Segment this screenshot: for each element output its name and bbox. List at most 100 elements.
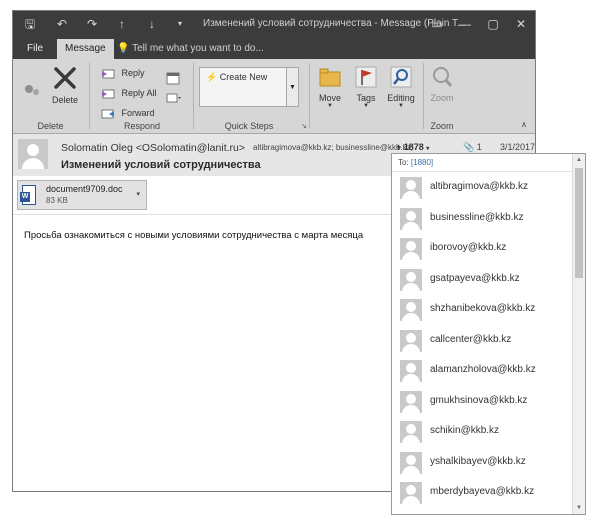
delete-label: Delete	[51, 95, 78, 105]
recipient-avatar	[400, 390, 422, 413]
recipient-email: alamanzholova@kkb.kz	[430, 364, 536, 375]
up-arrow-icon[interactable]: ↑	[111, 11, 133, 37]
tags-label: Tags	[356, 93, 376, 103]
meeting-icon	[166, 72, 180, 85]
scrollbar-thumb[interactable]	[575, 168, 583, 278]
more-respond-button[interactable]	[166, 89, 186, 105]
lightning-icon: ⚡	[206, 72, 218, 82]
forward-button[interactable]: Forward	[101, 105, 155, 121]
recipient-avatar	[400, 329, 422, 352]
recipient-item[interactable]: callcenter@kkb.kz	[392, 327, 572, 358]
quick-steps-dropdown-button[interactable]: ▼	[287, 67, 299, 107]
recipient-email: shzhanibekova@kkb.kz	[430, 303, 536, 314]
recipient-item[interactable]: shzhanibekova@kkb.kz	[392, 296, 572, 327]
ignore-button[interactable]	[23, 81, 45, 97]
recipient-email: yshalkibayev@kkb.kz	[430, 455, 526, 467]
lightbulb-icon: 💡	[117, 43, 130, 54]
save-icon[interactable]: 🖫	[19, 11, 41, 37]
paperclip-icon: 📎	[463, 142, 475, 152]
title-bar: 🖫 ↶ ↷ ↑ ↓ ▾ Изменений условий сотрудниче…	[13, 11, 535, 37]
attachment-size: 83 KB	[46, 196, 68, 205]
attachment-name: document9709.doc	[46, 184, 123, 194]
scroll-up-icon[interactable]: ▲	[573, 154, 585, 166]
recipient-avatar	[400, 360, 422, 382]
move-folder-icon	[319, 68, 341, 87]
recipients-summary[interactable]: altibragimova@kkb.kz; businessline@kkb.k…	[253, 143, 413, 152]
reply-all-label: Reply All	[121, 88, 157, 98]
quick-step-create-new[interactable]: ⚡ Create New	[199, 67, 287, 107]
recipient-count: [1880]	[410, 158, 434, 167]
tell-me-search[interactable]: 💡 Tell me what you want to do...	[117, 39, 264, 59]
collapse-ribbon-icon[interactable]: ∧	[521, 120, 527, 129]
recipient-avatar	[400, 177, 422, 199]
recipient-email: schikin@kkb.kz	[430, 425, 500, 436]
down-arrow-icon[interactable]: ↓	[141, 11, 163, 37]
undo-icon[interactable]: ↶	[51, 11, 73, 37]
zoom-group-label: Zoom	[430, 121, 454, 131]
recipient-item[interactable]: alamanzholova@kkb.kz	[392, 357, 572, 388]
minimize-button[interactable]: —	[451, 11, 479, 37]
meeting-button[interactable]	[166, 69, 184, 85]
recipients-popup-header: To: [1880]	[392, 154, 572, 172]
editing-button[interactable]: Editing ▼	[385, 65, 417, 109]
recipient-email: mberdybayeva@kkb.kz	[430, 486, 535, 497]
create-new-label: Create New	[219, 72, 268, 82]
more-recipients-count: + 1878	[396, 142, 424, 152]
zoom-button[interactable]: Zoom	[427, 65, 457, 103]
tab-file[interactable]: File	[19, 39, 51, 59]
attachment-dropdown-icon[interactable]: ▾	[136, 190, 140, 198]
to-label: To:	[398, 158, 409, 167]
tab-message[interactable]: Message	[57, 39, 114, 59]
tags-button[interactable]: Tags ▼	[351, 65, 381, 109]
customize-icon[interactable]: ▾	[169, 11, 191, 37]
editing-label: Editing	[387, 93, 415, 103]
find-icon	[390, 66, 412, 88]
reply-button[interactable]: Reply	[101, 65, 145, 81]
move-label: Move	[318, 93, 341, 103]
recipient-email: gsatpayeva@kkb.kz	[430, 272, 520, 284]
more-recipients-button[interactable]: + 1878 ▾	[396, 142, 429, 152]
recipient-item[interactable]: yshalkibayev@kkb.kz	[392, 449, 572, 480]
ignore-icon	[25, 84, 39, 95]
recipient-avatar	[400, 299, 422, 321]
reply-all-icon	[102, 89, 115, 99]
attachment-item[interactable]: W document9709.doc 83 KB ▾	[17, 180, 147, 210]
recipient-avatar	[400, 207, 422, 230]
recipient-email: callcenter@kkb.kz	[430, 333, 512, 345]
zoom-label: Zoom	[430, 93, 454, 103]
maximize-button[interactable]: ▢	[479, 11, 507, 37]
forward-icon	[101, 109, 114, 119]
message-subject: Изменений условий сотрудничества	[61, 159, 261, 171]
more-respond-icon	[166, 93, 181, 103]
recipient-item[interactable]: businessline@kkb.kz	[392, 205, 572, 236]
tell-me-text: Tell me what you want to do...	[132, 43, 264, 54]
flag-icon	[355, 66, 377, 88]
recipient-avatar	[400, 268, 422, 291]
recipients-popup: To: [1880] altibragimova@kkb.kz businessl…	[391, 153, 586, 515]
recipient-email: businessline@kkb.kz	[430, 211, 524, 223]
recipients-scrollbar[interactable]: ▲ ▼	[572, 154, 585, 514]
recipient-item[interactable]: altibragimova@kkb.kz	[392, 174, 572, 205]
recipient-email: altibragimova@kkb.kz	[430, 181, 528, 192]
redo-icon[interactable]: ↷	[81, 11, 103, 37]
recipient-item[interactable]: iborovoy@kkb.kz	[392, 235, 572, 266]
recipient-email: gmukhsinova@kkb.kz	[430, 394, 528, 406]
message-body: Просьба ознакомиться с новыми условиями …	[24, 230, 364, 241]
sender-name[interactable]: Solomatin Oleg <OSolomatin@lanit.ru>	[61, 142, 245, 154]
ribbon-display-options-button[interactable]: ▭	[423, 11, 451, 37]
close-button[interactable]: ✕	[507, 11, 535, 37]
recipient-item[interactable]: gsatpayeva@kkb.kz	[392, 266, 572, 297]
attachment-count: 1	[476, 142, 482, 152]
chevron-down-icon: ▾	[426, 146, 430, 152]
recipient-list: altibragimova@kkb.kz businessline@kkb.kz i…	[392, 174, 572, 510]
recipient-avatar	[400, 451, 422, 474]
move-button[interactable]: Move ▼	[315, 65, 345, 109]
reply-all-button[interactable]: Reply All	[101, 85, 157, 101]
recipient-item[interactable]: gmukhsinova@kkb.kz	[392, 388, 572, 419]
recipient-item[interactable]: mberdybayeva@kkb.kz	[392, 479, 572, 510]
dialog-launcher-icon[interactable]: ↘	[301, 122, 307, 130]
forward-label: Forward	[121, 108, 155, 118]
recipient-item[interactable]: schikin@kkb.kz	[392, 418, 572, 449]
delete-button[interactable]: Delete	[49, 65, 81, 105]
scroll-down-icon[interactable]: ▼	[573, 502, 585, 514]
